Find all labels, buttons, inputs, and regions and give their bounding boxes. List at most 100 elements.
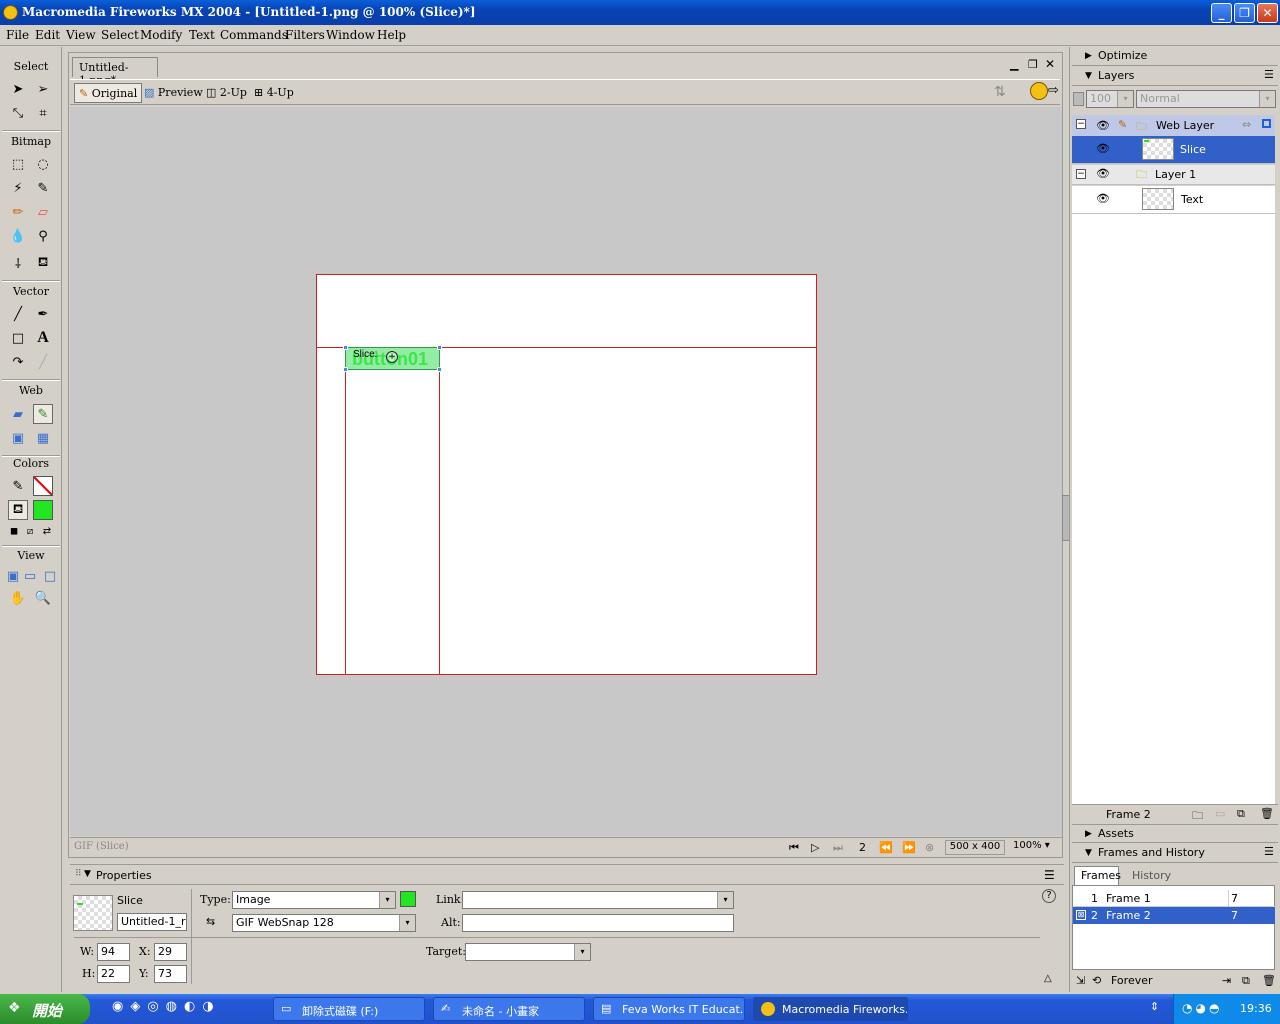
- full-screen-menus-icon[interactable]: ▭: [20, 566, 40, 586]
- hide-slices-icon[interactable]: ▣: [8, 428, 28, 448]
- trash-icon[interactable]: 🗑: [1260, 807, 1274, 820]
- blend-mode-select[interactable]: Normal ▾: [1136, 90, 1276, 108]
- first-frame-icon[interactable]: ⏮: [789, 841, 799, 855]
- frame-row-1[interactable]: 1 Frame 1 7: [1073, 890, 1275, 907]
- blur-tool-icon[interactable]: 💧: [8, 226, 28, 246]
- full-screen-icon[interactable]: □: [40, 566, 60, 586]
- layers-panel-header[interactable]: ▼ Layers ☰: [1072, 67, 1278, 86]
- hand-tool-icon[interactable]: ✋: [8, 588, 28, 608]
- zoom-select[interactable]: 100% ▾: [1009, 840, 1059, 855]
- canvas-size-display[interactable]: 500 x 400: [945, 840, 1005, 855]
- tab-history[interactable]: History: [1124, 868, 1174, 885]
- panel-options-icon[interactable]: ☰: [1044, 868, 1055, 882]
- quick-export-icon[interactable]: ⇅: [994, 84, 1006, 100]
- slice-guide-vertical-right[interactable]: [439, 347, 440, 674]
- loop-icon[interactable]: ⟲: [1092, 974, 1101, 987]
- magic-wand-icon[interactable]: ⚡: [8, 178, 28, 198]
- layer-row-text[interactable]: 👁 Text: [1072, 186, 1275, 214]
- share-layer-icon[interactable]: ⇔: [1242, 118, 1251, 131]
- brush-tool-icon[interactable]: ✎: [33, 178, 53, 198]
- panel-options-icon[interactable]: ☰: [1264, 845, 1274, 858]
- doc-minimize-icon[interactable]: ▁: [1010, 58, 1018, 71]
- text-tool-icon[interactable]: A: [33, 328, 53, 348]
- stroke-color-icon[interactable]: ✎: [8, 476, 28, 496]
- properties-header[interactable]: ⠿ ▼ Properties ☰: [70, 866, 1064, 885]
- previous-frame-icon[interactable]: ⏪: [879, 841, 893, 854]
- selection-handle[interactable]: [437, 345, 442, 350]
- frame-row-2[interactable]: ⊠ 2 Frame 2 7: [1073, 907, 1275, 924]
- opacity-field[interactable]: 100 ▾: [1086, 90, 1134, 108]
- pencil-icon[interactable]: ✎: [1118, 118, 1127, 131]
- last-frame-icon[interactable]: ⏭: [833, 841, 843, 855]
- optimize-settings-icon[interactable]: ⇆: [206, 915, 215, 928]
- subselection-tool-icon[interactable]: ➢: [33, 79, 53, 99]
- trash-icon[interactable]: 🗑: [1262, 974, 1276, 987]
- eye-icon[interactable]: 👁: [1096, 167, 1110, 180]
- stroke-color-swatch[interactable]: [33, 476, 53, 496]
- menu-window[interactable]: Window: [326, 28, 375, 42]
- pen-tool-icon[interactable]: ✒: [33, 304, 53, 324]
- rectangle-tool-icon[interactable]: □: [8, 328, 28, 348]
- rubber-stamp-icon[interactable]: ⚲: [33, 226, 53, 246]
- slice-behavior-handle-icon[interactable]: +: [386, 351, 398, 363]
- doc-restore-icon[interactable]: ❐: [1028, 58, 1038, 71]
- panel-options-icon[interactable]: ☰: [1264, 68, 1274, 81]
- menu-modify[interactable]: Modify: [140, 28, 182, 42]
- slice-object[interactable]: button01 Slice: +: [345, 347, 440, 370]
- start-button[interactable]: ❖ 開始: [0, 994, 90, 1024]
- marquee-tool-icon[interactable]: ⬚: [8, 154, 28, 174]
- hotspot-tool-icon[interactable]: ▰: [8, 404, 28, 424]
- lasso-tool-icon[interactable]: ◌: [33, 154, 53, 174]
- language-bar-icon[interactable]: ⇕: [1150, 1000, 1159, 1013]
- new-frame-icon[interactable]: ⧉: [1242, 974, 1250, 988]
- menu-filters[interactable]: Filters: [285, 28, 325, 42]
- crop-tool-icon[interactable]: ⌗: [33, 103, 53, 123]
- document-tab[interactable]: Untitled-1.png*: [72, 57, 158, 87]
- selection-handle[interactable]: [437, 367, 442, 372]
- show-slices-icon[interactable]: ▦: [33, 428, 53, 448]
- tab-frames[interactable]: Frames: [1074, 866, 1121, 885]
- eye-icon[interactable]: 👁: [1096, 192, 1110, 205]
- menu-edit[interactable]: Edit: [35, 28, 60, 42]
- layer-row-slice[interactable]: 👁 Slice: [1072, 136, 1275, 164]
- menu-select[interactable]: Select: [101, 28, 139, 42]
- onion-skin-icon[interactable]: ⊠: [1076, 910, 1086, 920]
- layer-lock-icon[interactable]: [1073, 92, 1084, 106]
- knife-tool-icon[interactable]: ╱: [33, 352, 53, 372]
- x-field[interactable]: 29: [154, 943, 187, 961]
- selection-handle[interactable]: [343, 345, 348, 350]
- paint-bucket-icon[interactable]: ⛾: [33, 253, 53, 273]
- menu-commands[interactable]: Commands: [220, 28, 288, 42]
- scale-tool-icon[interactable]: ⤡: [8, 103, 28, 123]
- link-field[interactable]: ▾: [462, 891, 734, 909]
- stop-icon[interactable]: ⊗: [925, 841, 934, 854]
- eraser-tool-icon[interactable]: ▱: [33, 202, 53, 222]
- target-select[interactable]: ▾: [465, 943, 591, 961]
- eye-icon[interactable]: 👁: [1096, 142, 1110, 155]
- loop-setting[interactable]: Forever: [1111, 974, 1153, 987]
- maximize-button[interactable]: ❐: [1234, 3, 1255, 23]
- swap-colors-icon[interactable]: ⇄: [37, 521, 57, 541]
- export-arrow-icon[interactable]: ⇨: [1048, 83, 1059, 98]
- fireworks-logo-icon[interactable]: [1030, 82, 1048, 100]
- layer-row-layer-1[interactable]: − 👁 🗀 Layer 1: [1072, 165, 1275, 185]
- slice-name-field[interactable]: Untitled-1_r2: [117, 913, 187, 931]
- move-to-frame-icon[interactable]: ⇥: [1222, 974, 1231, 987]
- task-feva-works[interactable]: ▤ Feva Works IT Educat...: [593, 997, 745, 1021]
- selection-handle[interactable]: [343, 367, 348, 372]
- eye-icon[interactable]: 👁: [1096, 119, 1110, 132]
- next-frame-icon[interactable]: ⏩: [902, 841, 916, 854]
- type-select[interactable]: Image ▾: [232, 891, 396, 909]
- distribute-icon[interactable]: ⇲: [1076, 974, 1085, 987]
- new-layer-icon[interactable]: ▭: [1215, 807, 1225, 820]
- tab-original[interactable]: ✎ Original: [74, 83, 143, 103]
- freeform-tool-icon[interactable]: ↷: [8, 352, 28, 372]
- menu-help[interactable]: Help: [377, 28, 406, 42]
- quick-launch-icons[interactable]: ◉◈◎◍◐◑: [112, 999, 221, 1014]
- collapse-properties-icon[interactable]: △: [1044, 973, 1052, 984]
- line-tool-icon[interactable]: ╱: [8, 304, 28, 324]
- menu-file[interactable]: File: [6, 28, 29, 42]
- fill-color-swatch[interactable]: [33, 500, 53, 520]
- slice-guide-vertical-left[interactable]: [345, 347, 346, 674]
- close-button[interactable]: ✕: [1257, 3, 1278, 23]
